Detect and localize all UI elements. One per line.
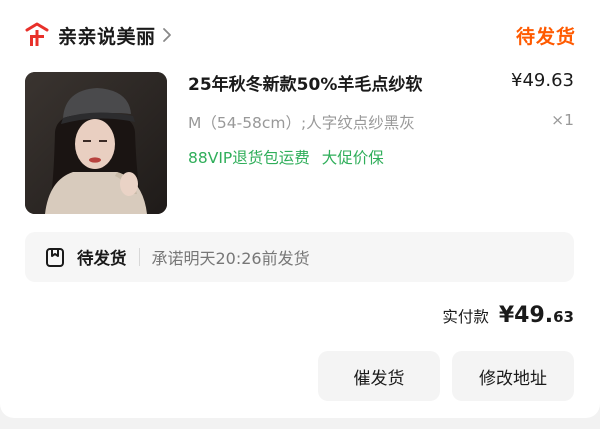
product-tags: 88VIP退货包运费 大促价保 <box>188 146 384 168</box>
page-background <box>0 418 600 429</box>
payment-amount-decimal: 63 <box>553 308 574 326</box>
order-header: 亲亲说美丽 待发货 <box>24 20 576 50</box>
shop-name[interactable]: 亲亲说美丽 <box>58 22 156 49</box>
payment-label: 实付款 <box>442 308 489 326</box>
divider <box>138 248 140 266</box>
tag-free-return-shipping: 88VIP退货包运费 <box>188 149 310 167</box>
package-box-icon <box>45 246 65 268</box>
product-quantity: ×1 <box>551 111 574 129</box>
order-card: 亲亲说美丽 待发货 25年秋冬新款50%羊毛点纱软 ¥49.63 M（54-58… <box>0 0 600 418</box>
chevron-right-icon[interactable] <box>162 27 174 43</box>
payment-total: 实付款 ¥49. 63 <box>442 303 574 328</box>
order-status: 待发货 <box>515 25 576 48</box>
product-price: ¥49.63 <box>511 70 574 91</box>
shipping-status-bar[interactable]: 待发货 承诺明天20:26前发货 <box>25 232 574 282</box>
shipping-promise: 承诺明天20:26前发货 <box>151 249 310 268</box>
product-thumbnail[interactable] <box>25 72 167 214</box>
tmall-logo-icon <box>24 22 50 48</box>
change-address-button[interactable]: 修改地址 <box>452 351 574 401</box>
tag-price-protection: 大促价保 <box>321 149 384 167</box>
shipping-status: 待发货 <box>77 249 127 268</box>
product-title[interactable]: 25年秋冬新款50%羊毛点纱软 <box>188 70 478 95</box>
payment-amount-integer: ¥49. <box>498 303 554 328</box>
urge-shipment-button[interactable]: 催发货 <box>318 351 440 401</box>
product-spec: M（54-58cm）;人字纹点纱黑灰 <box>188 114 415 132</box>
